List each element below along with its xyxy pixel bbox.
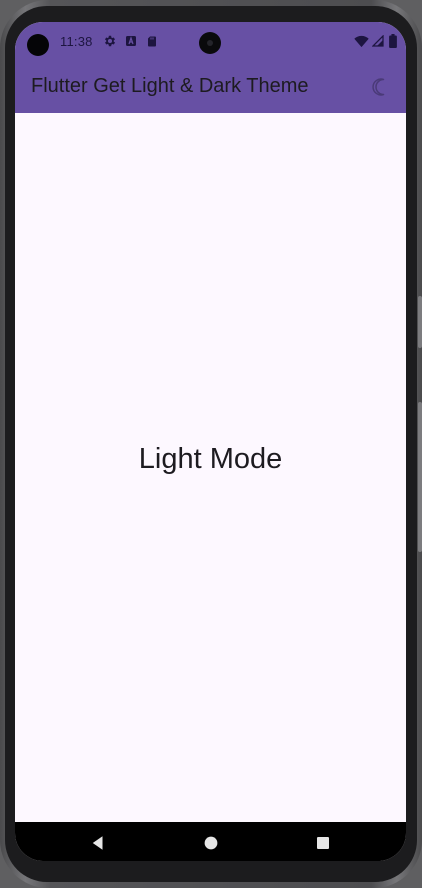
signal-icon bbox=[372, 35, 384, 47]
mode-label: Light Mode bbox=[138, 443, 283, 475]
camera-cutout bbox=[27, 34, 49, 56]
volume-button bbox=[418, 402, 422, 552]
main-body: Light Mode bbox=[15, 113, 406, 822]
app-title: Flutter Get Light & Dark Theme bbox=[31, 75, 309, 97]
theme-toggle-button[interactable] bbox=[367, 73, 395, 101]
system-nav-bar bbox=[15, 822, 406, 861]
front-camera bbox=[199, 32, 221, 54]
gear-icon bbox=[104, 35, 116, 47]
phone-screen: 11:38 Flutter Get Light & Dark Theme Lig… bbox=[15, 22, 406, 861]
phone-device-frame: 11:38 Flutter Get Light & Dark Theme Lig… bbox=[0, 0, 422, 888]
recents-icon[interactable] bbox=[314, 834, 332, 852]
sd-card-icon bbox=[148, 36, 156, 47]
moon-icon bbox=[372, 78, 385, 96]
back-icon[interactable] bbox=[89, 834, 107, 852]
home-icon[interactable] bbox=[202, 834, 220, 852]
status-bar: 11:38 bbox=[15, 22, 406, 62]
a-badge-icon bbox=[126, 36, 136, 46]
power-button bbox=[418, 296, 422, 348]
battery-icon bbox=[389, 34, 397, 48]
app-bar: Flutter Get Light & Dark Theme bbox=[15, 62, 406, 113]
wifi-icon bbox=[354, 35, 369, 48]
status-time: 11:38 bbox=[60, 34, 93, 49]
